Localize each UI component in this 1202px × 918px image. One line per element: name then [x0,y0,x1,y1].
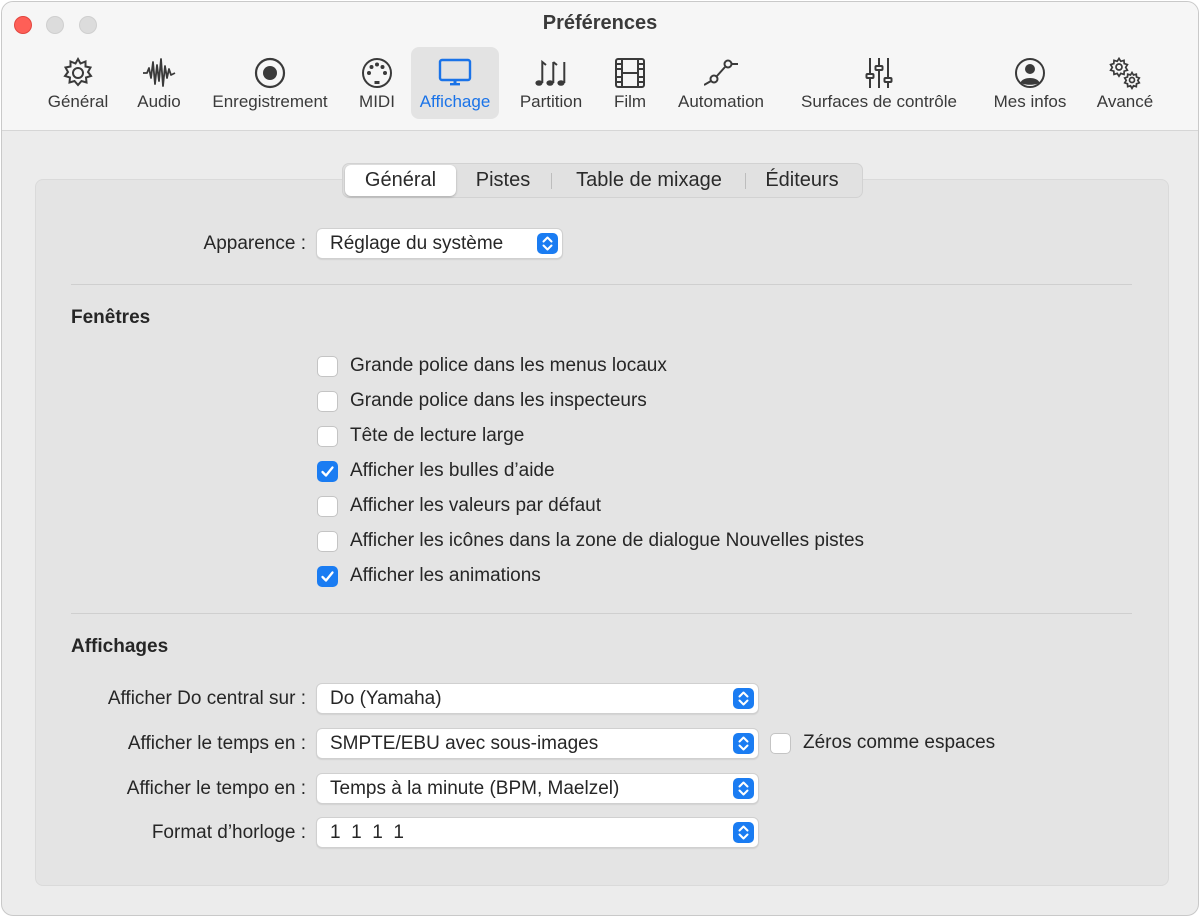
music-notes-icon [535,59,566,86]
tab-editors[interactable]: Éditeurs [749,165,855,196]
tab-divider [551,173,552,189]
toolbar-item-midi[interactable]: MIDI [346,47,408,119]
person-icon [1015,58,1045,88]
time-display-label: Afficher le temps en : [127,733,306,754]
appearance-label: Apparence : [203,233,306,254]
section-title-windows: Fenêtres [71,307,151,328]
checkbox[interactable] [317,391,338,412]
checkbox-label: Afficher les icônes dans la zone de dial… [350,530,865,551]
toolbar-item-display[interactable]: Affichage [411,47,499,119]
toolbar-label: MIDI [359,92,395,111]
window-title: Préférences [542,12,658,34]
toolbar-item-my-info[interactable]: Mes infos [984,47,1076,119]
up-down-chevron-icon [733,733,754,754]
toolbar-label: Surfaces de contrôle [801,92,957,111]
middle-c-value: Do (Yamaha) [330,688,442,709]
automation-curve-icon [704,59,738,86]
tab-divider [745,173,746,189]
toolbar-label: Avancé [1096,92,1154,111]
checkbox-label: Zéros comme espaces [803,732,996,753]
checkbox-checked[interactable] [317,461,338,482]
toolbar-label: Audio [137,92,181,111]
up-down-chevron-icon [733,778,754,799]
time-display-popup[interactable]: SMPTE/EBU avec sous-images [316,728,759,759]
midi-connector-icon [362,58,392,88]
middle-c-label: Afficher Do central sur : [107,688,306,709]
up-down-chevron-icon [733,822,754,843]
checkbox-label: Afficher les bulles d’aide [350,460,555,481]
separator [71,613,1132,614]
toolbar-item-automation[interactable]: Automation [667,47,775,119]
checkbox-checked[interactable] [317,566,338,587]
record-icon [254,57,286,89]
window-toolbar: Préférences Général Audio Enregistrement… [2,2,1198,131]
checkbox[interactable] [317,426,338,447]
checkbox-label: Afficher les valeurs par défaut [350,495,602,516]
toolbar-item-audio[interactable]: Audio [123,47,195,119]
toolbar-label: Automation [678,92,764,111]
section-title-displays: Affichages [71,636,169,657]
toolbar-label: Affichage [419,92,491,111]
checkbox-label: Afficher les animations [350,565,541,586]
tempo-display-popup[interactable]: Temps à la minute (BPM, Maelzel) [316,773,759,804]
display-icon [438,58,472,86]
toolbar-item-score[interactable]: Partition [509,47,593,119]
checkbox-label: Grande police dans les menus locaux [350,355,667,376]
gear-icon [63,56,93,87]
toolbar-item-film[interactable]: Film [600,47,660,119]
time-display-value: SMPTE/EBU avec sous-images [330,733,599,754]
appearance-popup[interactable]: Réglage du système [316,228,563,259]
clock-format-label: Format d’horloge : [151,822,306,843]
film-icon [615,58,645,88]
toolbar-item-recording[interactable]: Enregistrement [199,47,341,119]
tab-general[interactable]: Général [345,165,456,196]
toolbar-item-general[interactable]: Général [38,47,118,119]
toolbar-label: Mes infos [993,92,1067,111]
checkbox-label: Tête de lecture large [350,425,525,446]
sliders-icon [865,58,893,88]
tempo-display-label: Afficher le tempo en : [126,778,306,799]
checkmark-icon [321,466,334,477]
toolbar-label: Film [613,92,647,111]
appearance-value: Réglage du système [330,233,504,254]
tempo-display-value: Temps à la minute (BPM, Maelzel) [330,778,620,799]
tab-tracks[interactable]: Pistes [459,165,547,196]
checkbox-label: Grande police dans les inspecteurs [350,390,647,411]
toolbar-item-control-surfaces[interactable]: Surfaces de contrôle [784,47,974,119]
tab-bar: Général Pistes Table de mixage Éditeurs [342,163,863,198]
checkmark-icon [321,571,334,582]
up-down-chevron-icon [733,688,754,709]
middle-c-popup[interactable]: Do (Yamaha) [316,683,759,714]
toolbar-label: Enregistrement [212,92,328,111]
checkbox[interactable] [770,733,791,754]
clock-format-popup[interactable]: 1 1 1 1 [316,817,759,848]
toolbar-label: Partition [519,92,583,111]
preferences-window: Préférences Général Audio Enregistrement… [1,1,1199,916]
tab-mixer[interactable]: Table de mixage [555,165,743,196]
checkbox[interactable] [317,496,338,517]
waveform-icon [143,58,176,87]
separator [71,284,1132,285]
clock-format-value: 1 1 1 1 [330,822,404,843]
checkbox[interactable] [317,531,338,552]
toolbar-label: Général [47,92,109,111]
toolbar-item-advanced[interactable]: Avancé [1086,47,1164,119]
checkbox[interactable] [317,356,338,377]
up-down-chevron-icon [537,233,558,254]
gears-icon [1109,56,1141,90]
